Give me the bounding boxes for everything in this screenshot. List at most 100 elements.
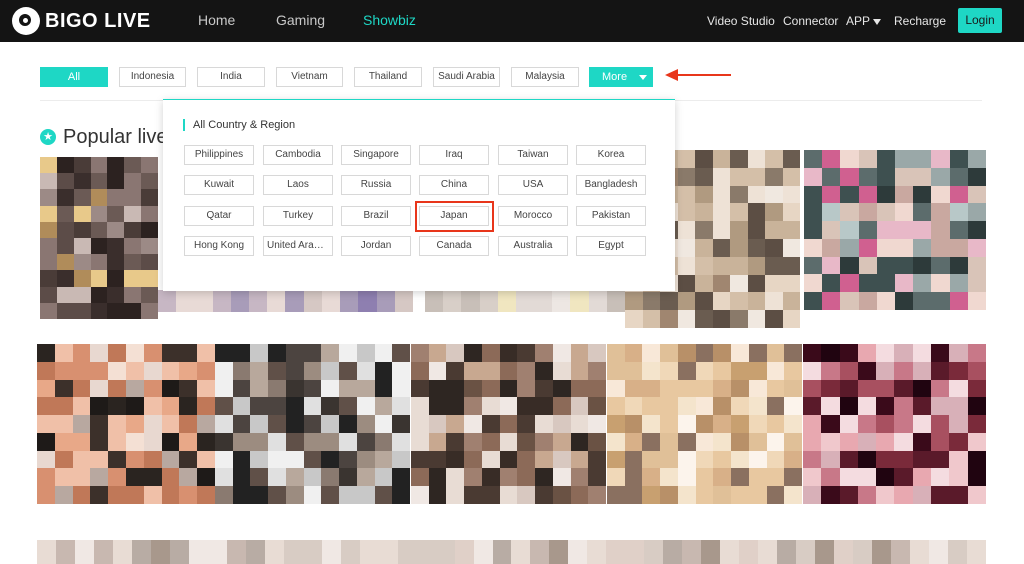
blurred-pixel [720, 540, 740, 564]
blurred-pixel [197, 361, 215, 380]
blurred-pixel [37, 450, 55, 469]
country-option-australia[interactable]: Australia [498, 236, 568, 256]
blurred-pixel [677, 274, 695, 293]
nav-gaming[interactable]: Gaming [276, 12, 325, 28]
country-option-cambodia[interactable]: Cambodia [263, 145, 333, 165]
blurred-pixel [912, 415, 932, 433]
country-option-china[interactable]: China [419, 175, 489, 195]
filter-vietnam[interactable]: Vietnam [276, 67, 343, 87]
live-stream-card[interactable] [803, 344, 986, 504]
blurred-pixel [411, 361, 429, 380]
country-option-taiwan[interactable]: Taiwan [498, 145, 568, 165]
live-stream-card[interactable] [411, 344, 606, 504]
country-option-korea[interactable]: Korea [576, 145, 646, 165]
nav-app[interactable]: APP [846, 14, 882, 28]
blurred-pixel [695, 221, 713, 239]
live-stream-card[interactable] [158, 290, 413, 312]
filter-thailand[interactable]: Thailand [354, 67, 422, 87]
blurred-pixel [701, 540, 721, 564]
nav-connector[interactable]: Connector [783, 14, 838, 28]
country-option-russia[interactable]: Russia [341, 175, 411, 195]
country-option-morocco[interactable]: Morocco [498, 206, 568, 226]
blurred-pixel [747, 185, 765, 204]
blurred-pixel [321, 397, 340, 416]
blurred-pixel [840, 203, 859, 222]
blurred-pixel [876, 397, 895, 416]
blurred-pixel [268, 486, 286, 504]
login-button[interactable]: Login [958, 8, 1002, 33]
country-option-hong-kong[interactable]: Hong Kong [184, 236, 254, 256]
country-option-brazil[interactable]: Brazil [341, 206, 411, 226]
country-option-canada[interactable]: Canada [419, 236, 489, 256]
blurred-pixel [107, 157, 125, 174]
blurred-pixel [967, 167, 986, 186]
blurred-pixel [464, 486, 482, 504]
country-option-usa[interactable]: USA [498, 175, 568, 195]
blurred-pixel [730, 150, 748, 168]
more-button[interactable]: More [589, 67, 653, 87]
country-option-singapore[interactable]: Singapore [341, 145, 411, 165]
country-option-qatar[interactable]: Qatar [184, 206, 254, 226]
filter-all[interactable]: All [40, 67, 108, 87]
country-option-egypt[interactable]: Egypt [576, 236, 646, 256]
live-stream-card[interactable] [425, 290, 625, 312]
caret-down-icon [873, 18, 882, 25]
live-stream-card[interactable] [607, 344, 802, 504]
nav-recharge[interactable]: Recharge [894, 14, 946, 28]
blurred-pixel [931, 468, 950, 487]
country-option-pakistan[interactable]: Pakistan [576, 206, 646, 226]
filter-malaysia[interactable]: Malaysia [511, 67, 579, 87]
blurred-pixel [894, 344, 913, 362]
live-stream-card[interactable] [215, 344, 410, 504]
blurred-pixel [949, 450, 968, 469]
country-option-jordan[interactable]: Jordan [341, 236, 411, 256]
blurred-pixel [267, 290, 286, 312]
country-option-philippines[interactable]: Philippines [184, 145, 254, 165]
blurred-pixel [766, 450, 785, 469]
caret-down-icon [639, 75, 647, 80]
blurred-pixel [895, 238, 914, 257]
blurred-pixel [731, 344, 749, 362]
blurred-pixel [822, 185, 841, 204]
bigo-logo[interactable]: BIGO LIVE [12, 6, 151, 36]
blurred-pixel [552, 432, 571, 451]
live-stream-card[interactable] [804, 150, 986, 310]
country-option-kuwait[interactable]: Kuwait [184, 175, 254, 195]
blurred-pixel [894, 415, 913, 433]
blurred-pixel [356, 486, 375, 504]
blurred-pixel [876, 379, 895, 398]
filter-saudi-arabia[interactable]: Saudi Arabia [433, 67, 500, 87]
blurred-pixel [141, 221, 158, 238]
live-stream-card[interactable] [40, 157, 158, 319]
blurred-pixel [804, 167, 823, 186]
nav-home[interactable]: Home [198, 12, 235, 28]
nav-video-studio[interactable]: Video Studio [707, 14, 775, 28]
nav-showbiz[interactable]: Showbiz [363, 12, 416, 28]
blurred-pixel [250, 486, 269, 504]
blurred-pixel [766, 379, 785, 398]
blurred-pixel [931, 238, 950, 257]
country-option-laos[interactable]: Laos [263, 175, 333, 195]
blurred-pixel [677, 203, 695, 222]
blurred-pixel [428, 432, 447, 451]
country-option-turkey[interactable]: Turkey [263, 206, 333, 226]
filter-india[interactable]: India [197, 67, 265, 87]
blurred-pixel [695, 150, 713, 168]
blurred-pixel [481, 397, 500, 416]
country-option-iraq[interactable]: Iraq [419, 145, 489, 165]
blurred-pixel [232, 450, 251, 469]
blurred-pixel [108, 450, 126, 469]
blurred-pixel [677, 150, 695, 168]
blurred-pixel [748, 344, 767, 362]
blurred-pixel [356, 344, 375, 362]
blurred-pixel [840, 150, 859, 168]
live-stream-card[interactable] [37, 344, 215, 504]
country-option-united-arab[interactable]: United Arab ... [263, 236, 333, 256]
blurred-pixel [858, 274, 877, 293]
blurred-pixel [90, 302, 108, 319]
blurred-pixel [642, 450, 661, 469]
country-option-bangladesh[interactable]: Bangladesh [576, 175, 646, 195]
blurred-pixel [90, 286, 108, 303]
blurred-pixel [912, 468, 932, 487]
filter-indonesia[interactable]: Indonesia [119, 67, 186, 87]
